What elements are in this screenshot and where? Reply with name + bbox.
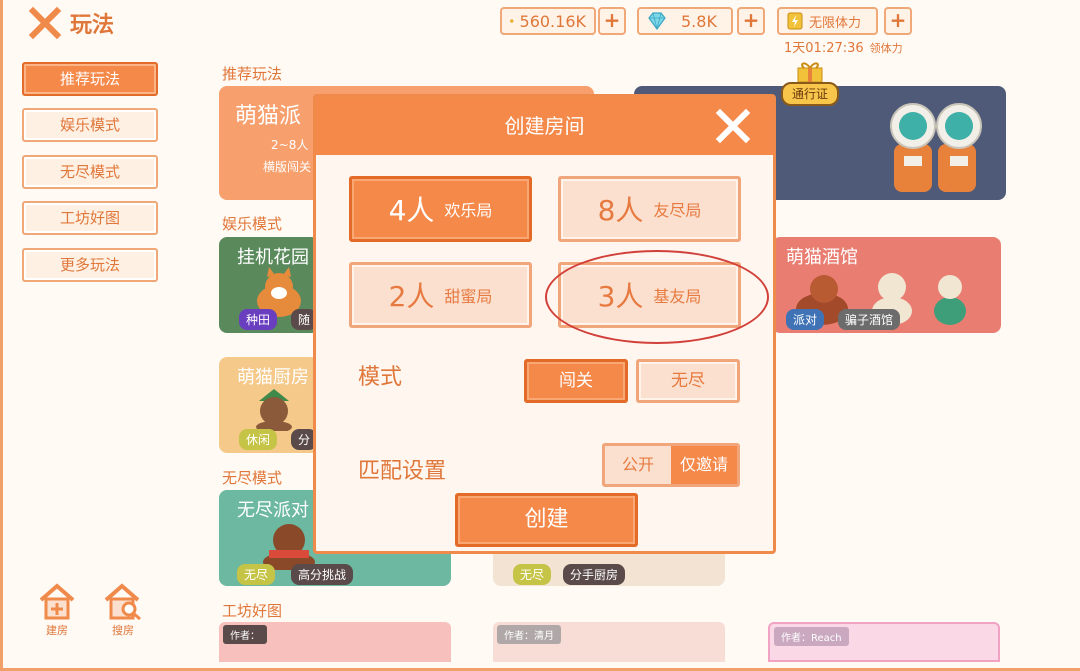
claim-stamina-link[interactable]: 领体力	[870, 42, 903, 55]
create-room-shortcut[interactable]: 建房	[35, 582, 79, 638]
house-plus-icon	[39, 583, 75, 620]
card-tavern-tag-liar: 骗子酒馆	[838, 309, 901, 330]
coin-icon	[510, 19, 514, 23]
card-endless-kitchen-tag-endless: 无尽	[513, 564, 552, 585]
search-room-shortcut-label: 搜房	[112, 624, 134, 637]
add-stamina-button[interactable]: +	[884, 7, 912, 35]
stamina-icon	[787, 12, 803, 30]
card-party-players: 2~8人	[271, 138, 309, 152]
sidebar-item-endless[interactable]: 无尽模式	[22, 155, 158, 189]
gem-amount: 5.8K	[681, 11, 717, 31]
diamond-icon	[648, 12, 666, 30]
stamina-counter: 无限体力	[777, 7, 878, 35]
match-invite-only-option[interactable]: 仅邀请	[671, 446, 737, 484]
card-endless-party-title: 无尽派对	[237, 500, 309, 521]
card-workshop-1-author: 作者：	[223, 625, 267, 644]
gem-counter: 5.8K	[637, 7, 733, 35]
card-workshop-2-author: 作者：清月	[497, 625, 561, 644]
card-tavern[interactable]: 萌猫酒馆 派对 骗子酒馆	[772, 237, 1001, 333]
dialog-title: 创建房间	[316, 97, 773, 155]
card-party-desc: 横版闯关	[263, 160, 312, 174]
card-kitchen-tag-casual: 休闲	[239, 429, 278, 450]
add-coins-button[interactable]: +	[598, 7, 626, 35]
mode-stage-button[interactable]: 闯关	[524, 359, 628, 403]
section-title-recommended: 推荐玩法	[222, 65, 283, 83]
card-kitchen-title: 萌猫厨房	[237, 367, 309, 388]
card-endless-party-tag-endless: 无尽	[237, 564, 276, 585]
section-title-endless: 无尽模式	[222, 469, 283, 487]
card-garden-tag-farming: 种田	[239, 309, 278, 330]
room-size-4-button[interactable]: 4人 欢乐局	[349, 176, 532, 242]
room-size-8-label: 友尽局	[653, 201, 702, 220]
room-size-2-label: 甜蜜局	[444, 287, 493, 306]
sidebar-item-recommended[interactable]: 推荐玩法	[22, 62, 158, 96]
match-visibility-toggle: 公开 仅邀请	[602, 443, 740, 487]
pass-badge[interactable]: 通行证	[781, 60, 839, 112]
sidebar-item-more[interactable]: 更多玩法	[22, 248, 158, 282]
card-garden-title: 挂机花园	[237, 247, 309, 268]
coin-amount: 560.16K	[519, 11, 586, 31]
card-workshop-3-author: 作者：Reach	[774, 627, 849, 646]
gift-icon	[797, 62, 823, 83]
coin-counter: 560.16K	[500, 7, 596, 35]
card-workshop-2[interactable]: 作者：清月	[493, 622, 725, 662]
card-endless-kitchen-tag-kitchen: 分手厨房	[563, 564, 626, 585]
pass-badge-label: 通行证	[781, 82, 839, 106]
dialog-close-icon[interactable]	[715, 108, 751, 144]
mode-endless-button[interactable]: 无尽	[636, 359, 740, 403]
stamina-timer: 1天01:27:36 领体力	[784, 37, 903, 56]
create-button[interactable]: 创建	[455, 493, 638, 547]
stamina-label: 无限体力	[809, 15, 862, 31]
room-size-8-button[interactable]: 8人 友尽局	[558, 176, 741, 242]
add-gems-button[interactable]: +	[737, 7, 765, 35]
sidebar-item-entertainment[interactable]: 娱乐模式	[22, 108, 158, 142]
astronaut-illustration	[890, 103, 982, 192]
mode-label: 模式	[358, 365, 403, 390]
house-search-icon	[104, 583, 141, 620]
card-workshop-1[interactable]: 作者：	[219, 622, 451, 662]
room-size-2-num: 2人	[388, 280, 435, 313]
room-size-2-button[interactable]: 2人 甜蜜局	[349, 262, 532, 328]
card-tavern-title: 萌猫酒馆	[786, 247, 858, 268]
page-title: 玩法	[70, 13, 115, 38]
room-size-4-label: 欢乐局	[444, 201, 493, 220]
card-tavern-tag-party: 派对	[786, 309, 825, 330]
match-settings-label: 匹配设置	[358, 459, 447, 484]
bear-chef-illustration	[256, 389, 292, 431]
card-kitchen[interactable]: 萌猫厨房 休闲 分	[219, 357, 319, 453]
close-icon[interactable]	[28, 6, 62, 40]
sidebar-item-workshop[interactable]: 工坊好图	[22, 201, 158, 235]
card-garden[interactable]: 挂机花园 种田 随	[219, 237, 319, 333]
section-title-entertainment: 娱乐模式	[222, 215, 283, 233]
room-size-4-num: 4人	[388, 194, 435, 227]
create-room-shortcut-label: 建房	[46, 624, 68, 637]
search-room-shortcut[interactable]: 搜房	[101, 582, 145, 638]
match-public-option[interactable]: 公开	[605, 446, 671, 484]
timer-value: 1天01:27:36	[784, 41, 864, 56]
card-party-title: 萌猫派	[235, 104, 302, 129]
card-endless-party-tag-challenge: 高分挑战	[291, 564, 354, 585]
highlight-annotation	[545, 250, 769, 344]
section-title-workshop: 工坊好图	[222, 602, 283, 620]
card-workshop-3[interactable]: 作者：Reach	[768, 622, 1000, 662]
room-size-8-num: 8人	[597, 194, 644, 227]
